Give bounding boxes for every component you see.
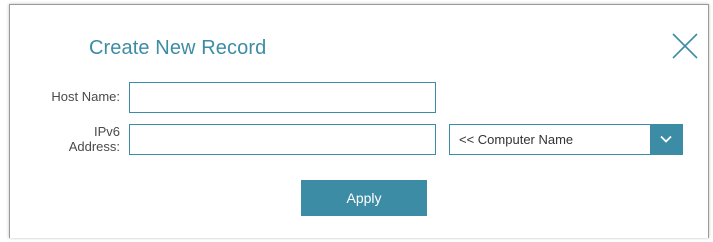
dropdown-toggle[interactable] [650, 125, 682, 154]
host-name-label: Host Name: [51, 89, 120, 104]
chevron-down-icon [660, 135, 672, 143]
computer-name-select-value: << Computer Name [459, 132, 574, 147]
ipv6-address-input[interactable] [129, 124, 436, 155]
dialog-title: Create New Record [89, 37, 267, 59]
host-name-input[interactable] [129, 82, 436, 113]
ipv6-label-line1: IPv6 [93, 124, 120, 139]
computer-name-select[interactable]: << Computer Name [449, 124, 683, 155]
close-icon [672, 33, 698, 59]
close-button[interactable] [670, 31, 700, 61]
ipv6-address-label: IPv6 Address: [20, 124, 120, 154]
ipv6-label-line2: Address: [68, 139, 120, 154]
apply-button[interactable]: Apply [301, 180, 427, 216]
